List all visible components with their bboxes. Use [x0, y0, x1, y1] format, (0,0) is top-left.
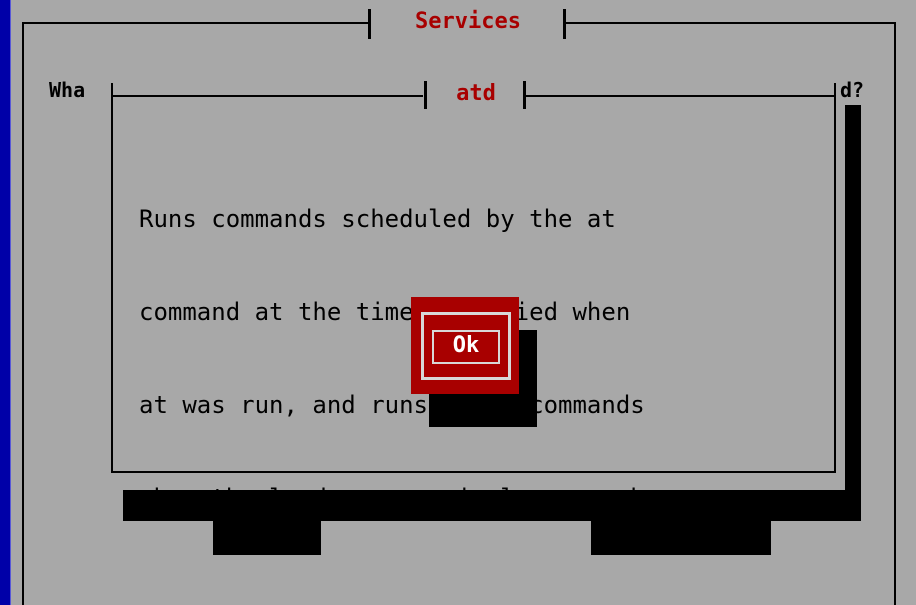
atd-dialog-top-left [111, 95, 423, 97]
services-title: Services [373, 8, 563, 36]
atd-title-left-tick [424, 81, 427, 109]
terminal-screen: Services Wha d? atd Runs commands schedu… [0, 0, 916, 605]
services-frame-right [894, 22, 896, 605]
description-line-4: when the load average is low enough. [139, 484, 660, 512]
dialog-shadow-right [845, 105, 861, 521]
services-title-right-tick [563, 9, 566, 39]
atd-dialog-title: atd [429, 80, 523, 108]
services-frame-top-right [566, 22, 896, 24]
atd-dialog-right [834, 95, 836, 473]
screen-left-edge [0, 0, 11, 605]
atd-dialog-left [111, 95, 113, 473]
services-prompt-right: d? [840, 78, 865, 102]
services-title-left-tick [368, 9, 371, 39]
description-line-1: Runs commands scheduled by the at [139, 205, 616, 233]
services-frame-left [22, 22, 24, 605]
services-frame-top-left [22, 22, 368, 24]
ok-button[interactable]: Ok [432, 330, 500, 364]
atd-title-right-tick [523, 81, 526, 109]
services-prompt-left: Wha [49, 78, 86, 102]
atd-dialog-top-right [525, 95, 836, 97]
